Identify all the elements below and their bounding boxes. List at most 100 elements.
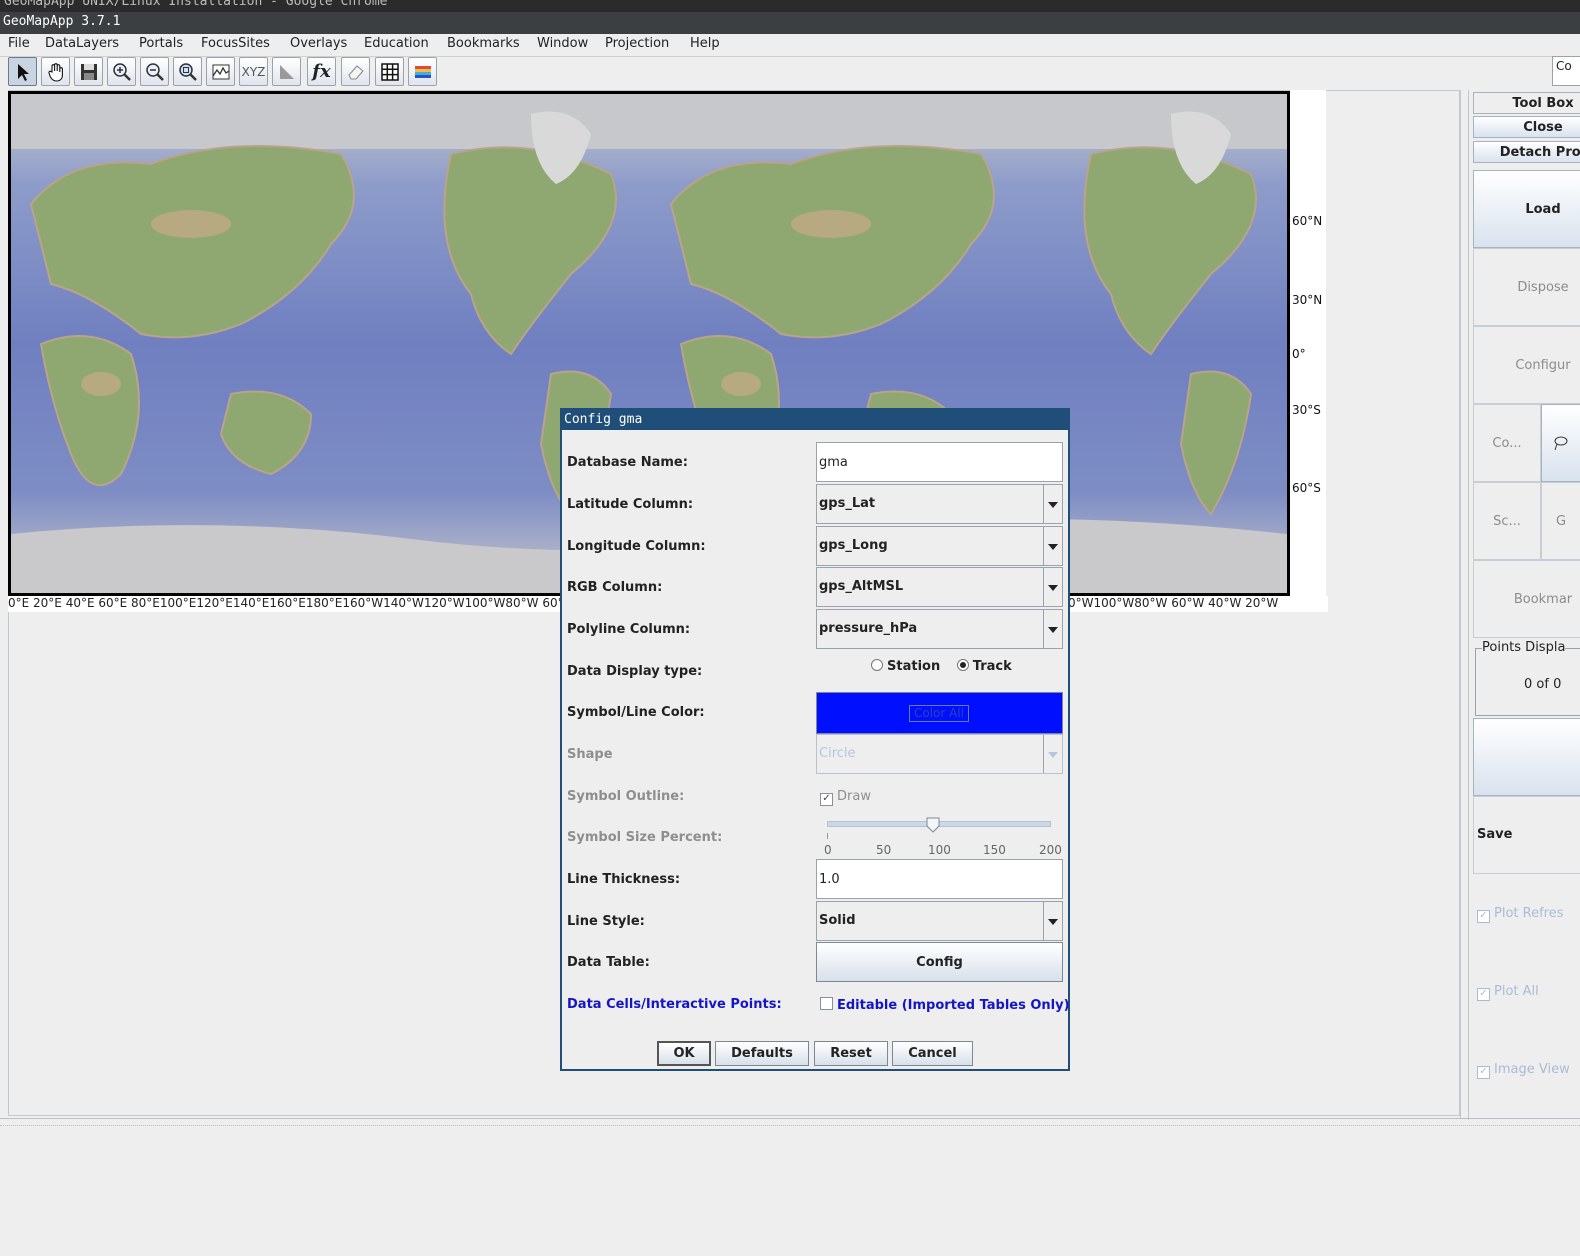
plot-all-check-icon: ✓ <box>1477 988 1490 1001</box>
defaults-button[interactable]: Defaults <box>715 1041 809 1066</box>
editable-checkbox[interactable]: Editable (Imported Tables Only) <box>820 997 1070 1013</box>
menu-focussites[interactable]: FocusSites <box>201 36 270 51</box>
chevron-down-icon[interactable] <box>1043 527 1062 565</box>
lat-label-30n: 30°N <box>1292 293 1323 307</box>
menu-projection[interactable]: Projection <box>605 36 669 51</box>
function-icon[interactable]: fx <box>307 57 336 86</box>
data-table-config-button[interactable]: Config <box>816 942 1063 982</box>
slider-thumb[interactable] <box>926 817 940 833</box>
profile-icon[interactable] <box>206 57 235 86</box>
polyline-column-select[interactable]: pressure_hPa <box>816 609 1063 649</box>
color-swatch[interactable]: Color All <box>816 692 1063 734</box>
xyz-icon[interactable]: XYZ <box>239 57 268 86</box>
layers-icon[interactable] <box>408 57 437 86</box>
image-view-checkbox[interactable]: ✓ Image View <box>1477 1062 1570 1079</box>
plot-all-checkbox[interactable]: ✓ Plot All <box>1477 984 1539 1001</box>
data-display-type-label: Data Display type: <box>567 664 703 679</box>
symbol-outline-label: Symbol Outline: <box>567 789 685 804</box>
menu-window[interactable]: Window <box>537 36 588 51</box>
cancel-button[interactable]: Cancel <box>892 1041 973 1066</box>
rgb-column-select[interactable]: gps_AltMSL <box>816 567 1063 607</box>
color-button[interactable]: Co... <box>1473 404 1541 482</box>
editable-check-icon <box>820 997 833 1010</box>
config-dialog: Config gma Database Name: gma Latitude C… <box>560 408 1070 1071</box>
reset-button[interactable]: Reset <box>814 1041 888 1066</box>
blank-button[interactable] <box>1473 718 1580 796</box>
dialog-title: Config gma <box>562 410 1068 430</box>
right-tool-panel: Tool Box Close Detach Prof Load Dispose … <box>1468 90 1580 1120</box>
pan-hand-icon[interactable] <box>41 57 70 86</box>
size-tick-0: 0 <box>824 843 832 857</box>
lon-labels-left: 0°E 20°E 40°E 60°E 80°E100°E120°E140°E16… <box>8 596 576 610</box>
menu-help[interactable]: Help <box>690 36 720 51</box>
eraser-icon[interactable] <box>341 57 370 86</box>
track-radio-icon <box>956 659 969 671</box>
detach-profile-button[interactable]: Detach Prof <box>1473 141 1580 163</box>
chevron-down-icon[interactable] <box>1043 735 1062 773</box>
save-disk-icon[interactable] <box>74 57 103 86</box>
chevron-down-icon[interactable] <box>1043 568 1062 606</box>
chevron-down-icon[interactable] <box>1043 610 1062 648</box>
zoom-out-icon[interactable] <box>140 57 169 86</box>
plot-refresh-checkbox[interactable]: ✓ Plot Refres <box>1477 906 1564 923</box>
scale-button[interactable]: Sc... <box>1473 482 1541 560</box>
menu-bookmarks[interactable]: Bookmarks <box>447 36 520 51</box>
app-title-bar: GeoMapApp 3.7.1 <box>0 12 1580 35</box>
database-name-label: Database Name: <box>567 455 688 470</box>
bottom-split-divider[interactable] <box>0 1118 1580 1126</box>
right-edge-button[interactable]: Co <box>1552 56 1580 86</box>
size-tick-50: 50 <box>876 843 892 857</box>
tool-box-header: Tool Box <box>1473 92 1580 114</box>
xyz-text: XYZ <box>241 64 266 79</box>
zoom-in-icon[interactable] <box>107 57 136 86</box>
bookmark-button[interactable]: Bookmar <box>1473 560 1580 638</box>
plot-refresh-check-icon: ✓ <box>1477 910 1490 923</box>
shape-label: Shape <box>567 747 613 762</box>
split-divider[interactable] <box>1460 90 1469 1118</box>
station-radio[interactable]: Station <box>871 659 940 674</box>
image-view-check-icon: ✓ <box>1477 1066 1490 1079</box>
track-radio[interactable]: Track <box>956 659 1012 674</box>
database-name-field[interactable]: gma <box>816 442 1063 482</box>
zoom-reset-icon[interactable] <box>173 57 202 86</box>
dispose-button[interactable]: Dispose <box>1473 248 1580 326</box>
line-thickness-label: Line Thickness: <box>567 872 681 887</box>
points-display-group: Points Displa 0 of 0 <box>1475 640 1580 716</box>
select-arrow-icon[interactable] <box>8 57 37 86</box>
display-type-radio-group: Station Track <box>871 659 1012 674</box>
close-button[interactable]: Close <box>1473 116 1580 138</box>
symbol-line-color-label: Symbol/Line Color: <box>567 705 705 720</box>
lat-label-60n: 60°N <box>1292 214 1323 228</box>
menu-education[interactable]: Education <box>364 36 429 51</box>
ok-button[interactable]: OK <box>657 1041 711 1066</box>
color-all-button[interactable]: Color All <box>909 705 969 722</box>
data-cells-label: Data Cells/Interactive Points: <box>567 997 782 1012</box>
flag-icon[interactable] <box>272 57 301 86</box>
app-title-text: GeoMapApp 3.7.1 <box>3 14 121 29</box>
load-button[interactable]: Load <box>1473 170 1580 248</box>
chevron-down-icon[interactable] <box>1043 902 1062 940</box>
lon-labels-right: 0°W100°W80°W 60°W 40°W 20°W <box>1068 596 1279 610</box>
line-style-label: Line Style: <box>567 914 645 929</box>
line-thickness-field[interactable]: 1.0 <box>816 859 1063 899</box>
configure-button[interactable]: Configur <box>1473 326 1580 404</box>
grid-icon[interactable] <box>375 57 404 86</box>
latitude-column-select[interactable]: gps_Lat <box>816 484 1063 524</box>
g-button[interactable]: G <box>1541 482 1580 560</box>
line-style-select[interactable]: Solid <box>816 901 1063 941</box>
shape-select[interactable]: Circle <box>816 734 1063 774</box>
menu-file[interactable]: File <box>8 36 30 51</box>
draw-outline-checkbox[interactable]: ✓ Draw <box>820 789 871 806</box>
menu-datalayers[interactable]: DataLayers <box>45 36 119 51</box>
lasso-icon[interactable] <box>1541 404 1580 482</box>
longitude-column-label: Longitude Column: <box>567 539 706 554</box>
size-tick-100: 100 <box>928 843 951 857</box>
rgb-column-label: RGB Column: <box>567 580 663 595</box>
longitude-column-select[interactable]: gps_Long <box>816 526 1063 566</box>
lat-label-30s: 30°S <box>1292 403 1321 417</box>
save-button[interactable]: Save <box>1473 796 1580 874</box>
menu-portals[interactable]: Portals <box>139 36 183 51</box>
chevron-down-icon[interactable] <box>1043 485 1062 523</box>
menu-overlays[interactable]: Overlays <box>290 36 347 51</box>
lat-label-equator: 0° <box>1292 347 1306 361</box>
